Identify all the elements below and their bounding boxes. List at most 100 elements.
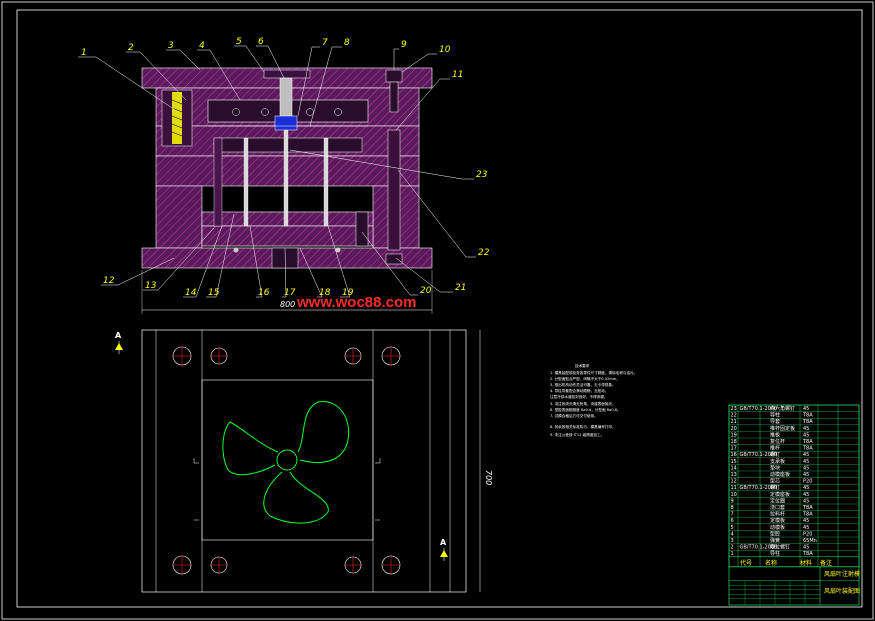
drawing-name: 风扇叶装配图 <box>824 587 860 595</box>
part-label: 15 <box>208 288 220 298</box>
bom-cell: 型芯 <box>770 478 780 485</box>
bom-cell: 动模板 <box>770 524 785 531</box>
technical-notes: 技术要求 1. 模具装配前检查各零件尺寸精度，清除毛刺与油污。 2. 分型面贴合… <box>550 363 637 437</box>
bom-cell: 定模座板 <box>770 491 790 498</box>
part-label: 14 <box>185 288 197 298</box>
bom-header-cell: 代号 <box>740 559 752 567</box>
stop-block <box>355 211 369 247</box>
mold-plan-view: 700 A A <box>115 329 493 593</box>
bom-cell: 11 <box>731 485 737 491</box>
bom-cell: 19 <box>731 432 737 438</box>
part-label: 1 <box>81 48 87 58</box>
bom-cell: 6 <box>731 518 734 524</box>
bolt-hole <box>172 555 192 575</box>
screw-head <box>233 247 239 253</box>
bom-cell: 21 <box>731 419 737 425</box>
bom-cell: 弹簧 <box>770 537 780 544</box>
bom-cell: 螺钉 <box>770 451 780 458</box>
bolt-hole <box>210 347 228 365</box>
bom-cell: 定位圈 <box>770 497 785 504</box>
bom-cell: 15 <box>731 459 737 465</box>
bom-cell: T8A <box>802 419 813 425</box>
bom-cell: 10 <box>731 492 737 498</box>
fan-blade-outline <box>222 401 350 524</box>
bom-cell: 9 <box>731 498 734 504</box>
spacer-block-left <box>155 185 203 249</box>
bom-cell: 2 <box>731 545 734 551</box>
sprue-bushing <box>279 77 293 119</box>
cavity-plate-outline <box>201 379 374 541</box>
part-label: 11 <box>452 70 463 80</box>
bom-cell: P20 <box>803 531 812 537</box>
section-marker-bottom: A <box>440 538 448 561</box>
guide-pillar-right <box>387 129 401 251</box>
svg-text:A: A <box>440 538 447 547</box>
bom-cell: 18 <box>731 439 737 445</box>
bom-cell: 8 <box>731 505 734 511</box>
bom-header-cell: 备注 <box>820 559 832 567</box>
bom-cell: T8A <box>802 439 813 445</box>
bom-cell: 45 <box>803 426 809 432</box>
notes-line: 8. 其余按相关标准执行，模具编号打印。 <box>550 424 616 429</box>
bolt-hole-group <box>172 346 401 575</box>
guide-screw-bottom <box>385 253 403 265</box>
outer-frame <box>1 1 874 620</box>
notes-line: 2. 分型面贴合严密，间隙不大于0.02mm。 <box>550 376 620 381</box>
bom-cell: 45 <box>803 545 809 551</box>
inner-frame <box>16 9 863 608</box>
part-label: 22 <box>478 248 490 258</box>
bom-cell: 导柱 <box>770 550 780 557</box>
bom-cell: 45 <box>803 498 809 504</box>
return-pin <box>213 137 223 227</box>
bom-cell: 17 <box>731 446 737 452</box>
bom-cell: 45 <box>803 452 809 458</box>
bom-cell: 45 <box>803 465 809 471</box>
bom-cell: 浇口套 <box>770 504 785 511</box>
notes-line: 9. 未注公差按 IT12 级精度加工。 <box>550 432 604 437</box>
bom-cell: 45 <box>803 459 809 465</box>
bom-cell: T8A <box>802 551 813 557</box>
part-label: 10 <box>439 45 451 55</box>
bom-cell: T8A <box>802 505 813 511</box>
bom-header-cell: 材料 <box>800 559 812 567</box>
watermark: www.woc88.com <box>296 294 416 311</box>
guide-screw-shank <box>389 81 399 113</box>
bom-cell: 12 <box>731 479 737 485</box>
bom-cell: 推杆固定板 <box>770 425 795 432</box>
bom-cell: 7 <box>731 512 734 518</box>
part-label: 9 <box>401 40 407 50</box>
part-label: 12 <box>103 276 115 286</box>
notes-line: 1. 模具装配前检查各零件尺寸精度，清除毛刺与油污。 <box>550 370 637 375</box>
bom-cell: 5 <box>731 525 734 531</box>
part-label: 20 <box>420 286 432 296</box>
bom-cell: 45 <box>803 525 809 531</box>
bom-cell: 23 <box>731 406 737 412</box>
title-block: 23 GB/T70.1-2000内六角螺钉 4522 导柱 T8A21 导套 T8A20 推杆… <box>728 404 860 606</box>
bom-cell: 65Mn <box>803 538 817 544</box>
part-label: 6 <box>258 37 264 47</box>
ejector-pin <box>243 137 249 227</box>
screw-head <box>335 247 341 253</box>
bolt-hole <box>344 556 362 574</box>
part-label: 21 <box>455 283 466 293</box>
bolt-hole <box>381 555 401 575</box>
bom-cell: 16 <box>731 452 737 458</box>
notes-line: 3. 推出机构动作灵活可靠，无卡滞现象。 <box>550 382 616 387</box>
bom-cell: 14 <box>731 465 737 471</box>
bom-cell: 22 <box>731 413 737 419</box>
locating-ring <box>263 69 311 79</box>
width-dimension-text: 800 <box>280 300 295 309</box>
notes-line: 4. 导柱导套配合滑动顺畅，无松动。 <box>550 388 608 393</box>
bom-cell: 45 <box>803 432 809 438</box>
cad-drawing-canvas: 1 2 3 4 5 6 7 8 9 10 11 23 22 12 13 14 1… <box>1 1 874 620</box>
part-label: 8 <box>344 38 350 48</box>
guide-screw-top <box>385 69 403 83</box>
bom-cell: 推板 <box>770 431 780 438</box>
bom-cell: 垫块 <box>770 464 780 471</box>
bolt-hole <box>210 556 228 574</box>
bom-cell: 拉料杆 <box>770 511 785 518</box>
bolt-hole <box>344 347 362 365</box>
part-label: 3 <box>168 41 174 51</box>
bom-cell: 45 <box>803 472 809 478</box>
part-label: 2 <box>128 43 134 53</box>
